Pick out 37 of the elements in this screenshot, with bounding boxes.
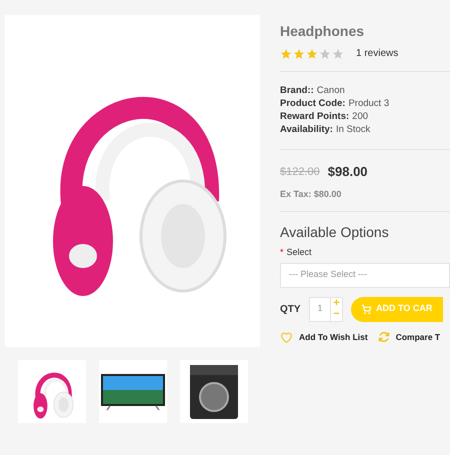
product-title: Headphones	[280, 24, 366, 38]
star-icon	[319, 48, 331, 60]
spec-value: 200	[352, 111, 368, 123]
increment-button[interactable]: +	[331, 298, 342, 309]
review-count: 1 reviews	[356, 47, 398, 61]
qty-field[interactable]: 1	[309, 296, 331, 322]
decrement-button[interactable]: −	[331, 309, 342, 320]
select-dropdown[interactable]: --- Please Select ---	[280, 262, 450, 288]
spec-label: Reward Points:	[280, 111, 350, 123]
spec-value: Canon	[316, 85, 345, 97]
washing-machine-drawing	[189, 364, 239, 420]
spec-label: Brand::	[280, 85, 314, 97]
star-icon	[306, 48, 318, 60]
refresh-icon	[378, 331, 390, 343]
thumbnail[interactable]	[18, 360, 86, 423]
star-icon	[293, 48, 305, 60]
ex-tax-price: Ex Tax: $80.00	[280, 188, 342, 200]
spec-value: Product 3	[348, 98, 390, 110]
tv-drawing	[100, 372, 166, 412]
spec-label: Availability:	[280, 124, 333, 136]
spec-label: Product Code:	[280, 98, 346, 110]
spec-value: In Stock	[336, 124, 370, 136]
heart-icon	[280, 330, 293, 344]
star-icon	[332, 48, 344, 60]
price: $98.00	[328, 163, 368, 181]
cart-icon	[361, 304, 372, 314]
thumbnail[interactable]	[99, 360, 167, 423]
required-mark: *	[280, 246, 284, 259]
old-price: $122.00	[280, 164, 320, 180]
qty-label: QTY	[280, 302, 302, 316]
add-to-cart-button[interactable]: ADD TO CAR	[351, 296, 443, 322]
select-label: Select	[286, 246, 312, 259]
compare-link[interactable]: Compare T	[378, 330, 440, 344]
thumbnail[interactable]	[180, 360, 248, 423]
wishlist-link[interactable]: Add To Wish List	[280, 330, 368, 344]
star-icon	[280, 48, 292, 60]
options-heading: Available Options	[280, 223, 390, 242]
